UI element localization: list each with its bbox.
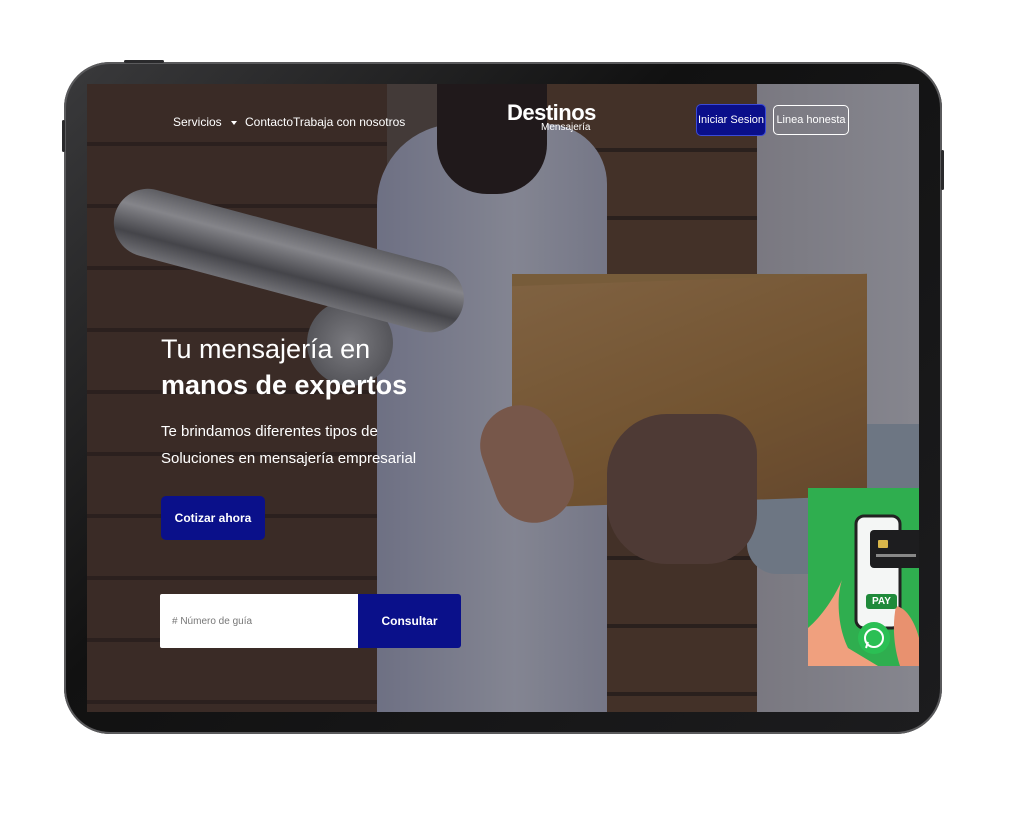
login-button[interactable]: Iniciar Sesion <box>696 104 766 136</box>
nav-item-servicios[interactable]: Servicios <box>173 115 238 129</box>
credit-card-icon <box>870 530 919 568</box>
hero-title-line1: Tu mensajería en <box>161 334 371 364</box>
nav-item-trabaja[interactable]: Trabaja con nosotros <box>293 115 405 129</box>
tablet-button <box>941 150 944 190</box>
brand-logo[interactable]: Destinos Mensajería <box>507 100 617 134</box>
hero-subtitle: Te brindamos diferentes tipos de Solucio… <box>161 423 417 467</box>
ethics-line-button[interactable]: Linea honesta <box>773 105 849 135</box>
nav-item-contacto[interactable]: Contacto <box>245 115 293 129</box>
phone-pay-illustration <box>808 514 919 666</box>
tracking-form: Consultar <box>160 594 461 648</box>
website-screen: Servicios Contacto Trabaja con nosotros … <box>87 84 919 712</box>
tracking-submit-button[interactable]: Consultar <box>358 594 461 648</box>
quote-button[interactable]: Cotizar ahora <box>161 496 265 540</box>
nav-item-label: Servicios <box>173 115 222 129</box>
tablet-button <box>62 120 65 152</box>
hero-title-line2: manos de expertos <box>161 370 408 400</box>
top-navigation: Servicios Contacto Trabaja con nosotros … <box>87 84 919 164</box>
whatsapp-icon <box>858 622 890 654</box>
tracking-number-input[interactable] <box>160 594 358 648</box>
logo-wordmark: Destinos <box>507 100 596 125</box>
tablet-button <box>124 60 164 63</box>
payment-promo-banner[interactable]: PAY <box>808 488 919 666</box>
caret-down-icon <box>231 120 238 125</box>
pay-label: PAY <box>866 594 897 609</box>
